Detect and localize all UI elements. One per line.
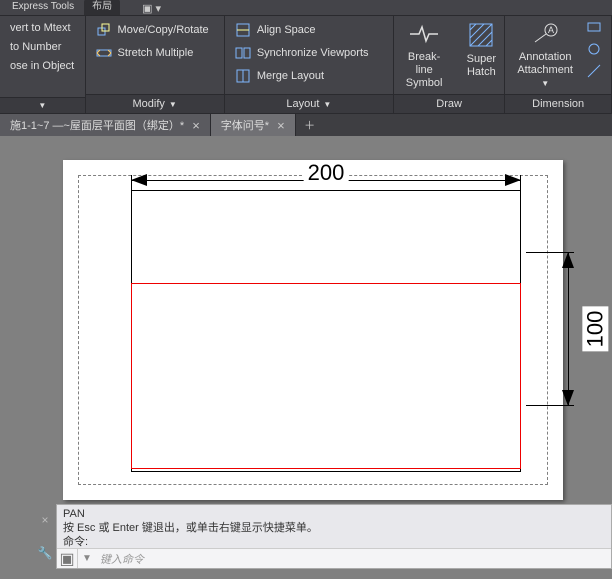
add-tab-button[interactable]: ＋ [300, 115, 320, 135]
document-tab-1[interactable]: 施1-1~7 —~屋面层平面图（绑定）* × [0, 114, 211, 136]
ribbon: vert to Mtext to Number ose in Object ▼ … [0, 16, 612, 114]
ribbon-panel-draw: Break-line Symbol Super Hatch Draw [394, 16, 505, 113]
stretch-multiple-button[interactable]: Stretch Multiple [92, 43, 213, 63]
move-copy-rotate-icon [96, 22, 112, 38]
viewport-selected[interactable] [131, 283, 521, 469]
ribbon-panel-layout: Align Space Synchronize Viewports Merge … [225, 16, 394, 113]
chevron-down-icon: ▼ [323, 100, 331, 109]
command-input[interactable]: 键入命令 [96, 551, 611, 567]
modify-panel-footer[interactable]: Modify ▼ [86, 94, 224, 113]
dimension-panel-footer: Dimension [505, 94, 611, 113]
command-side-icons: × 🔧 [36, 504, 54, 569]
close-icon[interactable]: × [192, 119, 200, 132]
align-space-button[interactable]: Align Space [231, 20, 373, 40]
dimension-value-top: 200 [304, 160, 349, 186]
ribbon-tab-strip: Express Tools 布局 ▣ ▾ [0, 0, 612, 16]
close-icon[interactable]: × [277, 119, 285, 132]
ribbon-tab-express-tools[interactable]: Express Tools [4, 0, 82, 15]
chevron-down-icon[interactable]: ▼ [77, 549, 96, 568]
chevron-down-icon: ▼ [169, 100, 177, 109]
document-tab-bar: 施1-1~7 —~屋面层平面图（绑定）* × 字体问号* × ＋ [0, 114, 612, 136]
dim-tool-1-icon[interactable] [585, 18, 603, 36]
text-panel-footer[interactable]: ▼ [0, 97, 85, 113]
annotation-attachment-button[interactable]: A Annotation Attachment ▼ [509, 16, 581, 90]
draw-panel-footer: Draw [394, 94, 504, 113]
convert-to-mtext-button[interactable]: vert to Mtext [6, 20, 78, 36]
super-hatch-icon [466, 20, 496, 50]
panel-options-icon[interactable]: ▣ ▾ [142, 2, 161, 15]
command-history: PAN 按 Esc 或 Enter 键退出，或单击右键显示快捷菜单。 命令: [57, 505, 611, 551]
command-history-line: PAN [63, 507, 605, 521]
enclose-in-object-button[interactable]: ose in Object [6, 58, 78, 74]
dim-tool-3-icon[interactable] [585, 62, 603, 80]
ribbon-panel-modify: Move/Copy/Rotate Stretch Multiple Modify… [86, 16, 225, 113]
merge-layout-button[interactable]: Merge Layout [231, 66, 373, 86]
layout-panel-footer[interactable]: Layout ▼ [225, 94, 393, 113]
command-prompt-icon[interactable]: ▣ [57, 549, 77, 569]
super-hatch-button[interactable]: Super Hatch [458, 16, 504, 90]
plus-icon: ＋ [304, 117, 315, 133]
ribbon-tab-layout[interactable]: 布局 [84, 0, 120, 15]
dimension-value-right: 100 [582, 307, 608, 352]
command-history-line: 命令: [63, 535, 605, 549]
command-window[interactable]: PAN 按 Esc 或 Enter 键退出，或单击右键显示快捷菜单。 命令: ▣… [56, 504, 612, 569]
auto-number-button[interactable]: to Number [6, 39, 78, 55]
command-input-row: ▣ ▼ 键入命令 [57, 548, 611, 568]
sync-viewports-icon [235, 45, 251, 61]
annotation-attachment-icon: A [530, 20, 560, 48]
chevron-down-icon: ▼ [541, 79, 549, 88]
document-tab-2-label: 字体问号* [221, 117, 269, 133]
document-tab-1-label: 施1-1~7 —~屋面层平面图（绑定）* [10, 117, 184, 133]
ribbon-panel-dimension: A Annotation Attachment ▼ Dimension [505, 16, 612, 113]
dim-tool-2-icon[interactable] [585, 40, 603, 58]
breakline-symbol-button[interactable]: Break-line Symbol [394, 16, 454, 90]
stretch-icon [96, 45, 112, 61]
document-tab-2[interactable]: 字体问号* × [211, 114, 296, 136]
chevron-down-icon: ▼ [38, 101, 46, 110]
ribbon-panel-text: vert to Mtext to Number ose in Object ▼ [0, 16, 86, 113]
drawing-canvas[interactable]: 200 100 [0, 136, 612, 504]
command-history-line: 按 Esc 或 Enter 键退出，或单击右键显示快捷菜单。 [63, 521, 605, 535]
move-copy-rotate-button[interactable]: Move/Copy/Rotate [92, 20, 213, 40]
wrench-icon[interactable]: 🔧 [37, 545, 53, 561]
close-command-icon[interactable]: × [37, 512, 53, 528]
sync-viewports-button[interactable]: Synchronize Viewports [231, 43, 373, 63]
dimension-vertical[interactable]: 100 [543, 252, 583, 406]
breakline-icon [409, 20, 439, 48]
align-space-icon [235, 22, 251, 38]
paper-sheet: 200 100 [63, 160, 563, 500]
merge-layout-icon [235, 68, 251, 84]
svg-text:A: A [548, 25, 554, 35]
